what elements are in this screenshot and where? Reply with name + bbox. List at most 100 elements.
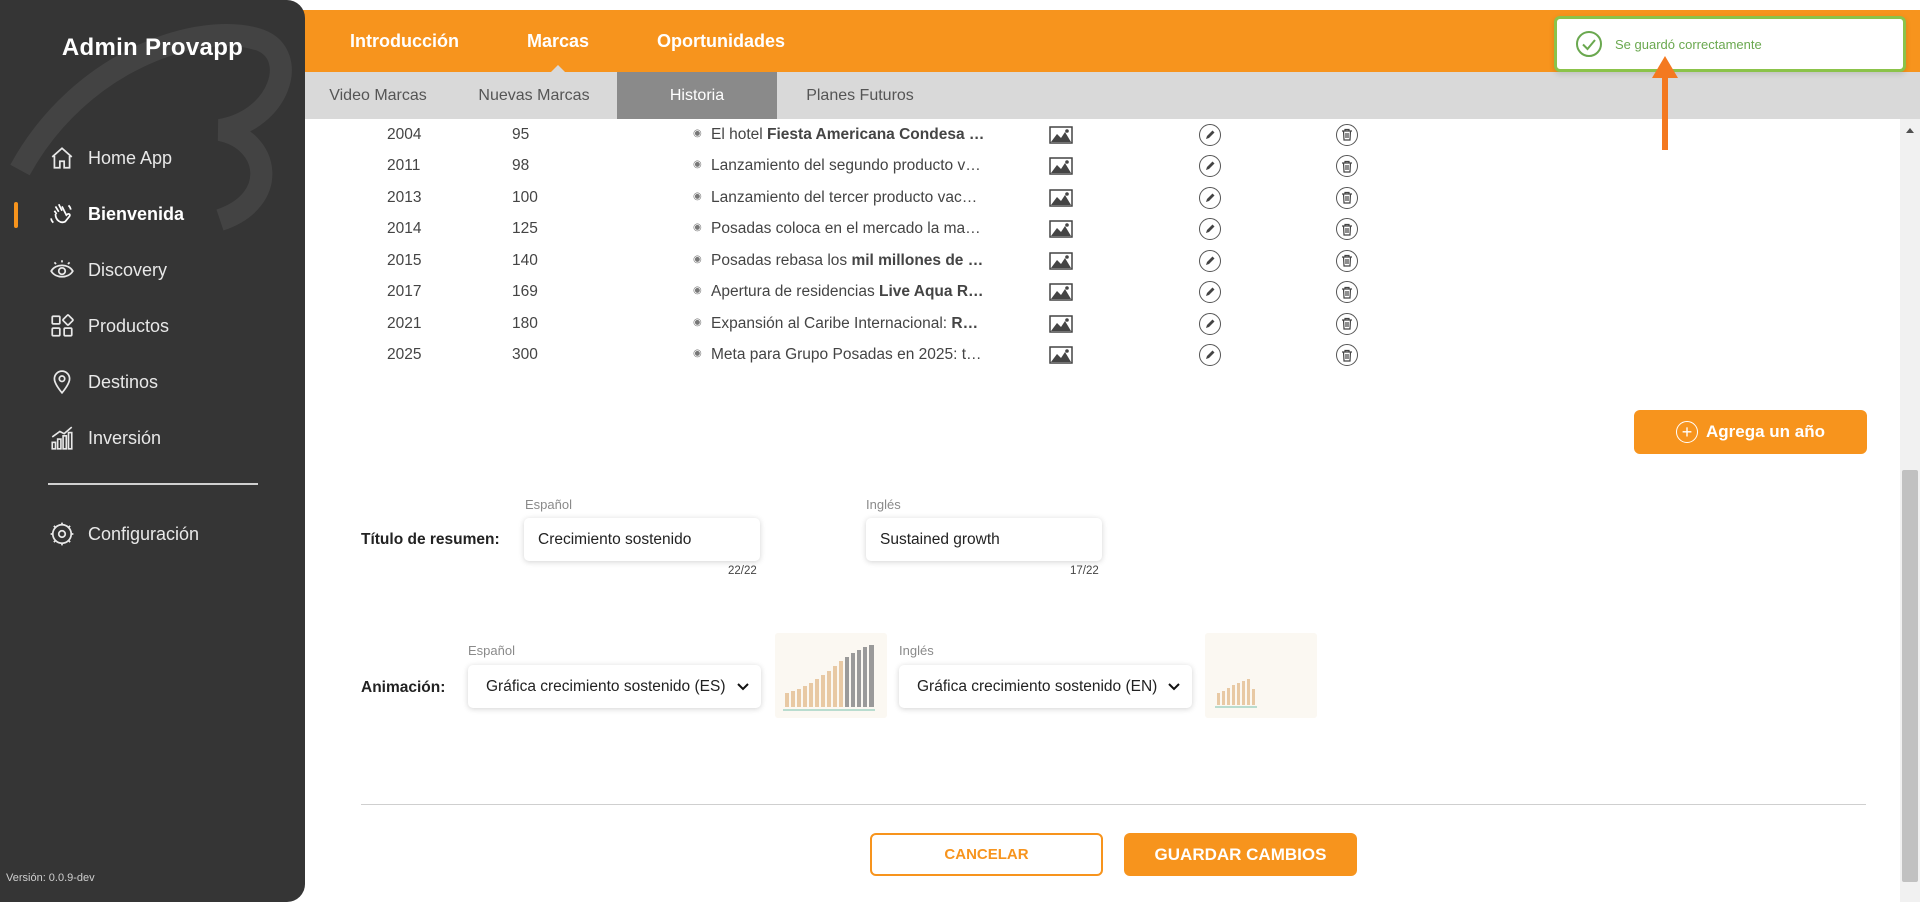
summary-es-label: Español bbox=[525, 497, 572, 512]
bar-chart-preview-icon bbox=[1215, 679, 1257, 708]
edit-pencil-icon[interactable] bbox=[1199, 186, 1221, 209]
summary-es-counter: 22/22 bbox=[728, 565, 757, 577]
table-row: 2014 125 Posadas coloca en el mercado la… bbox=[335, 214, 1485, 246]
row-description: Apertura de residencias Live Aqua R… bbox=[693, 283, 1003, 301]
summary-en-label: Inglés bbox=[866, 497, 901, 512]
edit-pencil-icon[interactable] bbox=[1199, 281, 1221, 304]
image-icon[interactable] bbox=[1048, 219, 1074, 239]
row-year: 2021 bbox=[387, 314, 422, 332]
animation-es-selected: Gráfica crecimiento sostenido (ES) bbox=[486, 677, 726, 695]
sidebar-item-label: Home App bbox=[88, 147, 173, 168]
delete-trash-icon[interactable] bbox=[1336, 344, 1358, 367]
row-value: 300 bbox=[512, 346, 538, 364]
delete-trash-icon[interactable] bbox=[1336, 312, 1358, 335]
image-icon[interactable] bbox=[1048, 345, 1074, 365]
subtab-historia[interactable]: Historia bbox=[617, 72, 777, 119]
chevron-down-icon bbox=[1168, 683, 1180, 691]
subtab-planes-futuros[interactable]: Planes Futuros bbox=[777, 72, 943, 119]
tab-introduccion[interactable]: Introducción bbox=[350, 31, 459, 52]
sidebar-item-home-app[interactable]: Home App bbox=[0, 130, 305, 186]
animation-es-label: Español bbox=[468, 643, 515, 658]
image-icon[interactable] bbox=[1048, 156, 1074, 176]
sidebar-item-label: Inversión bbox=[88, 427, 162, 448]
image-icon[interactable] bbox=[1048, 282, 1074, 302]
home-icon bbox=[48, 144, 76, 172]
animation-en-preview bbox=[1205, 633, 1317, 718]
sidebar-item-label: Configuración bbox=[88, 523, 200, 544]
bar-chart-icon bbox=[48, 424, 76, 452]
delete-trash-icon[interactable] bbox=[1336, 281, 1358, 304]
summary-title-es-input[interactable]: Crecimiento sostenido bbox=[524, 518, 760, 561]
row-value: 169 bbox=[512, 283, 538, 301]
table-row: 2011 98 Lanzamiento del segundo producto… bbox=[335, 151, 1485, 183]
row-year: 2013 bbox=[387, 188, 422, 206]
sidebar-item-discovery[interactable]: Discovery bbox=[0, 242, 305, 298]
row-description: Posadas rebasa los mil millones de … bbox=[693, 252, 1003, 270]
row-description: Expansión al Caribe Internacional: R… bbox=[693, 315, 1003, 333]
edit-pencil-icon[interactable] bbox=[1199, 249, 1221, 272]
table-row: 2004 95 El hotel Fiesta Americana Condes… bbox=[335, 119, 1485, 151]
eye-icon bbox=[48, 256, 76, 284]
toast-message: Se guardó correctamente bbox=[1615, 36, 1762, 52]
row-year: 2025 bbox=[387, 346, 422, 364]
image-icon[interactable] bbox=[1048, 188, 1074, 208]
save-changes-button[interactable]: GUARDAR CAMBIOS bbox=[1124, 833, 1357, 876]
delete-trash-icon[interactable] bbox=[1336, 218, 1358, 241]
bar-chart-preview-icon bbox=[783, 645, 875, 711]
plus-circle-icon: + bbox=[1675, 421, 1698, 443]
sidebar-item-destinos[interactable]: Destinos bbox=[0, 354, 305, 410]
edit-pencil-icon[interactable] bbox=[1199, 218, 1221, 241]
table-row: 2013 100 Lanzamiento del tercer producto… bbox=[335, 182, 1485, 214]
image-icon[interactable] bbox=[1048, 125, 1074, 145]
sidebar-item-bienvenida[interactable]: Bienvenida bbox=[0, 186, 305, 242]
tab-marcas[interactable]: Marcas bbox=[527, 31, 589, 74]
animation-en-select[interactable]: Gráfica crecimiento sostenido (EN) bbox=[899, 665, 1192, 708]
row-value: 140 bbox=[512, 251, 538, 269]
tab-oportunidades[interactable]: Oportunidades bbox=[657, 31, 785, 52]
sidebar-item-configuracion[interactable]: Configuración bbox=[0, 506, 305, 562]
app-brand: Admin Provapp bbox=[61, 34, 244, 61]
success-toast: Se guardó correctamente bbox=[1554, 16, 1906, 72]
row-description: El hotel Fiesta Americana Condesa … bbox=[693, 126, 1003, 144]
image-icon[interactable] bbox=[1048, 251, 1074, 271]
edit-pencil-icon[interactable] bbox=[1199, 123, 1221, 146]
sidebar-item-productos[interactable]: Productos bbox=[0, 298, 305, 354]
waving-hand-icon bbox=[48, 200, 76, 228]
add-year-button[interactable]: + Agrega un año bbox=[1634, 410, 1867, 454]
delete-trash-icon[interactable] bbox=[1336, 186, 1358, 209]
sidebar-item-label: Discovery bbox=[88, 259, 168, 280]
summary-en-counter: 17/22 bbox=[1070, 565, 1099, 577]
sidebar-item-label: Bienvenida bbox=[88, 203, 185, 224]
animation-es-preview bbox=[775, 633, 887, 718]
animation-en-label: Inglés bbox=[899, 643, 934, 658]
delete-trash-icon[interactable] bbox=[1336, 155, 1358, 178]
image-icon[interactable] bbox=[1048, 314, 1074, 334]
edit-pencil-icon[interactable] bbox=[1199, 312, 1221, 335]
row-description: Lanzamiento del tercer producto vac… bbox=[693, 189, 1003, 207]
table-row: 2025 300 Meta para Grupo Posadas en 2025… bbox=[335, 340, 1485, 372]
sidebar-item-inversion[interactable]: Inversión bbox=[0, 410, 305, 466]
add-year-label: Agrega un año bbox=[1705, 422, 1825, 441]
scroll-up-arrow-icon[interactable] bbox=[1903, 124, 1917, 138]
animation-es-select[interactable]: Gráfica crecimiento sostenido (ES) bbox=[468, 665, 761, 708]
sidebar-item-label: Productos bbox=[88, 315, 170, 336]
delete-trash-icon[interactable] bbox=[1336, 249, 1358, 272]
edit-pencil-icon[interactable] bbox=[1199, 155, 1221, 178]
sidebar-nav: Home App Bienvenida Discovery Productos bbox=[0, 130, 305, 466]
annotation-arrow-icon bbox=[1652, 56, 1678, 150]
subtab-nuevas-marcas[interactable]: Nuevas Marcas bbox=[451, 72, 617, 119]
edit-pencil-icon[interactable] bbox=[1199, 344, 1221, 367]
delete-trash-icon[interactable] bbox=[1336, 123, 1358, 146]
row-description: Lanzamiento del segundo producto v… bbox=[693, 157, 1003, 175]
subtab-video-marcas[interactable]: Video Marcas bbox=[305, 72, 451, 119]
table-row: 2015 140 Posadas rebasa los mil millones… bbox=[335, 245, 1485, 277]
table-row: 2017 169 Apertura de residencias Live Aq… bbox=[335, 277, 1485, 309]
history-content: 2004 95 El hotel Fiesta Americana Condes… bbox=[305, 119, 1900, 902]
check-circle-icon bbox=[1576, 31, 1602, 57]
sidebar: Admin Provapp Home App Bienvenida Discov… bbox=[0, 0, 305, 902]
scrollbar-thumb[interactable] bbox=[1902, 470, 1918, 882]
cancel-button[interactable]: CANCELAR bbox=[870, 833, 1103, 876]
map-pin-icon bbox=[48, 368, 76, 396]
summary-title-en-input[interactable]: Sustained growth bbox=[866, 518, 1102, 561]
sidebar-item-label: Destinos bbox=[88, 371, 159, 392]
